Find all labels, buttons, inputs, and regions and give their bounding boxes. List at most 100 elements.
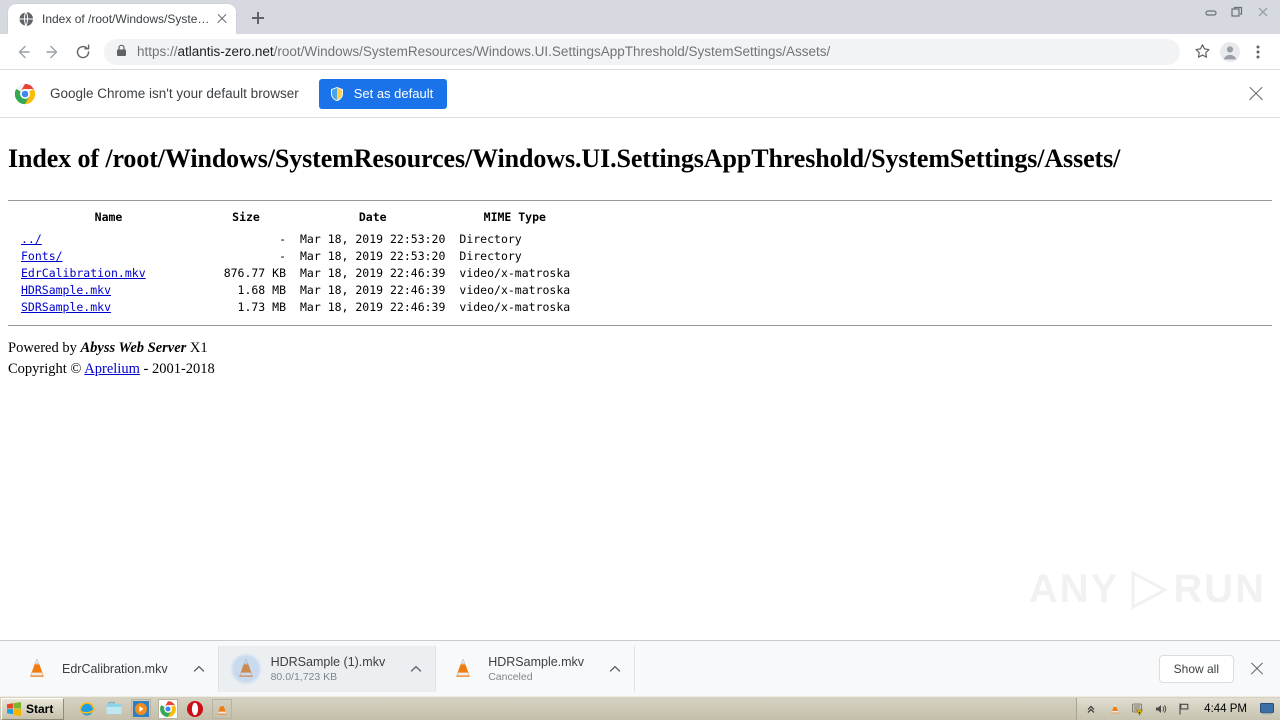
download-text: HDRSample (1).mkv 80.0/1,723 KB xyxy=(271,655,386,683)
start-label: Start xyxy=(26,701,54,716)
file-link[interactable]: SDRSample.mkv xyxy=(21,300,111,314)
security-alert-icon[interactable] xyxy=(1131,702,1145,716)
browser-toolbar: https://atlantis-zero.net/root/Windows/S… xyxy=(0,34,1280,70)
show-hidden-icons-icon[interactable] xyxy=(1085,702,1099,716)
taskbar-clock[interactable]: 4:44 PM xyxy=(1204,703,1247,715)
file-link[interactable]: Fonts/ xyxy=(21,249,63,263)
reload-icon xyxy=(76,44,90,58)
minimize-button[interactable] xyxy=(1198,1,1224,23)
cell-mime: Directory xyxy=(459,248,522,263)
set-as-default-button[interactable]: Set as default xyxy=(318,78,448,109)
chevron-up-icon[interactable] xyxy=(190,660,208,678)
cell-size: - xyxy=(279,231,286,246)
download-shelf-actions: Show all xyxy=(1158,654,1270,683)
tab-close-icon[interactable] xyxy=(214,11,230,27)
page-content: Index of /root/Windows/SystemResources/W… xyxy=(0,118,1280,648)
download-filename: EdrCalibration.mkv xyxy=(62,661,168,676)
chevron-up-icon[interactable] xyxy=(407,660,425,678)
browser-tabstrip: Index of /root/Windows/SystemRes xyxy=(0,0,1280,34)
back-button[interactable] xyxy=(8,37,38,67)
server-name: Abyss Web Server xyxy=(80,340,187,356)
download-text: EdrCalibration.mkv xyxy=(62,662,168,676)
cell-name: HDRSample.mkv xyxy=(11,281,206,298)
copyright-line: Copyright © Aprelium - 2001-2018 xyxy=(8,359,1272,380)
cell-date: Mar 18, 2019 22:46:39 xyxy=(300,265,446,280)
copyright-suffix: - 2001-2018 xyxy=(139,361,215,378)
download-shelf: EdrCalibration.mkv HDRSample (1).mkv 80.0… xyxy=(0,640,1280,696)
cell-name: ../ xyxy=(11,230,206,247)
address-bar[interactable]: https://atlantis-zero.net/root/Windows/S… xyxy=(104,38,1180,65)
download-filename: HDRSample.mkv xyxy=(488,654,585,669)
three-dot-menu-icon[interactable] xyxy=(1244,38,1272,66)
start-button[interactable]: Start xyxy=(1,697,65,720)
download-shelf-close-icon[interactable] xyxy=(1248,660,1266,678)
server-footer: Powered by Abyss Web Server X1 Copyright… xyxy=(8,338,1272,380)
vlc-cone-icon xyxy=(450,656,476,682)
download-item[interactable]: HDRSample.mkv Canceled xyxy=(436,645,636,692)
windows-explorer-icon[interactable] xyxy=(105,700,123,718)
aprelium-link[interactable]: Aprelium xyxy=(84,361,140,377)
download-item[interactable]: HDRSample (1).mkv 80.0/1,723 KB xyxy=(218,645,437,692)
set-as-default-label: Set as default xyxy=(353,86,434,101)
download-status: Canceled xyxy=(488,670,533,683)
forward-button[interactable] xyxy=(38,37,68,67)
cell-name: Fonts/ xyxy=(11,247,206,264)
shield-defender-icon xyxy=(329,86,345,102)
cell-name: EdrCalibration.mkv xyxy=(11,264,206,281)
show-all-downloads-button[interactable]: Show all xyxy=(1158,654,1234,683)
cell-date: Mar 18, 2019 22:53:20 xyxy=(300,231,446,246)
lock-icon xyxy=(116,44,128,60)
new-tab-button[interactable] xyxy=(244,4,272,32)
default-browser-infobar: Google Chrome isn't your default browser… xyxy=(0,70,1280,118)
file-link[interactable]: HDRSample.mkv xyxy=(21,283,111,297)
download-text: HDRSample.mkv Canceled xyxy=(488,655,584,683)
volume-icon[interactable] xyxy=(1154,702,1168,716)
arrow-right-icon xyxy=(46,45,58,58)
cell-size: - xyxy=(279,248,286,263)
restore-button[interactable] xyxy=(1224,1,1250,23)
url-host: atlantis-zero.net xyxy=(177,44,274,59)
reload-button[interactable] xyxy=(68,37,98,67)
close-button[interactable] xyxy=(1250,1,1276,23)
download-progress-ring xyxy=(229,652,262,685)
cell-size: 1.68 MB xyxy=(237,282,286,297)
action-flag-icon[interactable] xyxy=(1177,702,1191,716)
cell-mime: video/x-matroska xyxy=(459,282,571,297)
table-row: HDRSample.mkv 1.68 MB Mar 18, 2019 22:46:3… xyxy=(11,281,570,298)
url-scheme: https:// xyxy=(137,44,178,59)
cell-size: 1.73 MB xyxy=(237,299,286,314)
page-title: Index of /root/Windows/SystemResources/W… xyxy=(8,144,1121,173)
bookmark-star-icon[interactable] xyxy=(1188,38,1216,66)
file-link[interactable]: ../ xyxy=(21,232,42,246)
powered-by-line: Powered by Abyss Web Server X1 xyxy=(8,338,1272,359)
opera-icon[interactable] xyxy=(186,700,204,718)
column-header-size: Size xyxy=(232,210,260,224)
top-divider xyxy=(8,200,1272,201)
copyright-prefix: Copyright © xyxy=(8,361,85,378)
show-desktop-icon[interactable] xyxy=(1260,702,1274,716)
cell-name: SDRSample.mkv xyxy=(11,298,206,315)
internet-explorer-icon[interactable] xyxy=(78,700,96,718)
infobar-message: Google Chrome isn't your default browser xyxy=(50,86,299,101)
vlc-cone-icon xyxy=(229,652,262,685)
infobar-close-icon[interactable] xyxy=(1246,84,1266,104)
cell-size: 876.77 KB xyxy=(223,265,286,280)
cell-mime: video/x-matroska xyxy=(459,299,571,314)
watermark-left-text: ANY xyxy=(1028,567,1120,611)
chrome-icon[interactable] xyxy=(158,698,179,719)
vlc-tray-icon[interactable] xyxy=(1108,702,1122,716)
column-header-date: Date xyxy=(358,210,387,224)
file-link[interactable]: EdrCalibration.mkv xyxy=(21,266,146,280)
media-player-icon[interactable] xyxy=(131,698,152,719)
download-filename: HDRSample (1).mkv xyxy=(270,654,386,669)
download-item[interactable]: EdrCalibration.mkv xyxy=(10,645,219,692)
browser-tab[interactable]: Index of /root/Windows/SystemRes xyxy=(8,4,236,34)
cell-date: Mar 18, 2019 22:46:39 xyxy=(300,299,446,314)
chevron-up-icon[interactable] xyxy=(606,660,624,678)
vlc-icon[interactable] xyxy=(212,698,233,719)
vlc-cone-icon xyxy=(24,656,50,682)
table-row: Fonts/ - Mar 18, 2019 22:53:20 Directory xyxy=(11,247,570,264)
account-avatar-icon[interactable] xyxy=(1216,38,1244,66)
cell-date: Mar 18, 2019 22:53:20 xyxy=(300,248,446,263)
globe-icon xyxy=(18,11,34,27)
